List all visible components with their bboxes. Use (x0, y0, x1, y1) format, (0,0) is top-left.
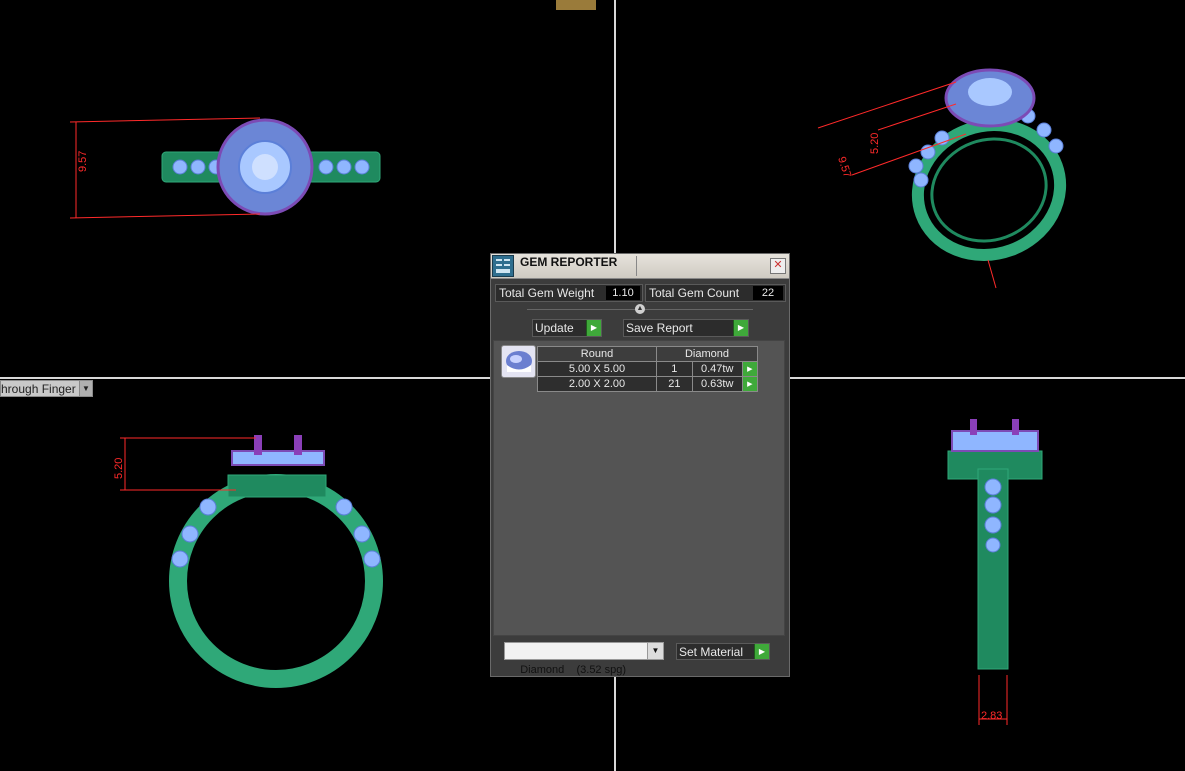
ring-top-view-edge (556, 0, 596, 10)
play-arrow-icon[interactable]: ▶ (741, 361, 759, 377)
titlebar-separator (636, 256, 637, 276)
gem-weight: 0.47tw (691, 361, 743, 377)
gem-list-panel: Round Diamond 5.00 X 5.00 1 0.47tw ▶ 2.0… (493, 340, 785, 636)
play-arrow-icon[interactable]: ▶ (741, 376, 759, 392)
update-button-label: Update (535, 321, 574, 335)
dimension-label-top: 9.57 (77, 151, 89, 172)
play-arrow-icon: ▶ (733, 320, 748, 336)
gem-reporter-dialog: GEM REPORTER ✕ Total Gem Weight 1.10 Tot… (490, 253, 790, 677)
gem-table: Round Diamond 5.00 X 5.00 1 0.47tw ▶ 2.0… (537, 346, 759, 392)
set-material-button[interactable]: Set Material ▶ (676, 643, 770, 660)
dimension-label-front: 5.20 (113, 458, 125, 479)
play-arrow-icon: ▶ (754, 644, 769, 659)
material-select[interactable]: Diamond (3.52 spg) ▼ (504, 642, 664, 676)
ring-side-view (947, 419, 1043, 670)
table-row[interactable]: 5.00 X 5.00 1 0.47tw ▶ (537, 361, 759, 377)
total-gem-count-field: Total Gem Count 22 (645, 284, 786, 302)
total-gem-count-value: 22 (753, 286, 783, 300)
dialog-titlebar[interactable]: GEM REPORTER ✕ (491, 254, 789, 279)
gem-table-header: Round Diamond (537, 346, 758, 362)
dimension-label-perspective-b: 5.20 (869, 133, 881, 154)
gem-count: 1 (656, 361, 693, 377)
total-gem-weight-label: Total Gem Weight (499, 286, 595, 300)
total-gem-weight-value: 1.10 (606, 286, 640, 300)
close-button[interactable]: ✕ (770, 258, 786, 274)
gem-size: 5.00 X 5.00 (537, 361, 657, 377)
dialog-title: GEM REPORTER (520, 255, 618, 269)
material-select-value: Diamond (3.52 spg) (520, 664, 627, 676)
dimension-label-side: 2.83 (981, 710, 1002, 722)
save-report-button-label: Save Report (626, 321, 693, 335)
gem-size: 2.00 X 2.00 (537, 376, 657, 392)
total-gem-count-label: Total Gem Count (649, 286, 740, 300)
gem-weight: 0.63tw (691, 376, 743, 392)
gem-material-header: Diamond (656, 346, 758, 362)
ring-perspective (908, 68, 1067, 261)
table-row[interactable]: 2.00 X 2.00 21 0.63tw ▶ (537, 376, 759, 392)
play-arrow-icon: ▶ (586, 320, 601, 336)
dimension-label-perspective-a: 9.57 (835, 155, 853, 179)
total-gem-weight-field: Total Gem Weight 1.10 (495, 284, 643, 302)
gem-thumbnail[interactable] (501, 345, 536, 378)
ring-front-view (169, 435, 383, 688)
update-button[interactable]: Update ▶ (532, 319, 602, 337)
chevron-up-icon[interactable]: ▲ (635, 304, 645, 314)
gem-count: 21 (656, 376, 693, 392)
close-icon: ✕ (773, 259, 783, 271)
ring-top-view (161, 118, 381, 216)
save-report-button[interactable]: Save Report ▶ (623, 319, 749, 337)
chevron-down-icon[interactable]: ▼ (647, 643, 663, 659)
gem-shape-header: Round (537, 346, 657, 362)
set-material-label: Set Material (679, 645, 744, 659)
gem-reporter-icon (492, 255, 514, 277)
